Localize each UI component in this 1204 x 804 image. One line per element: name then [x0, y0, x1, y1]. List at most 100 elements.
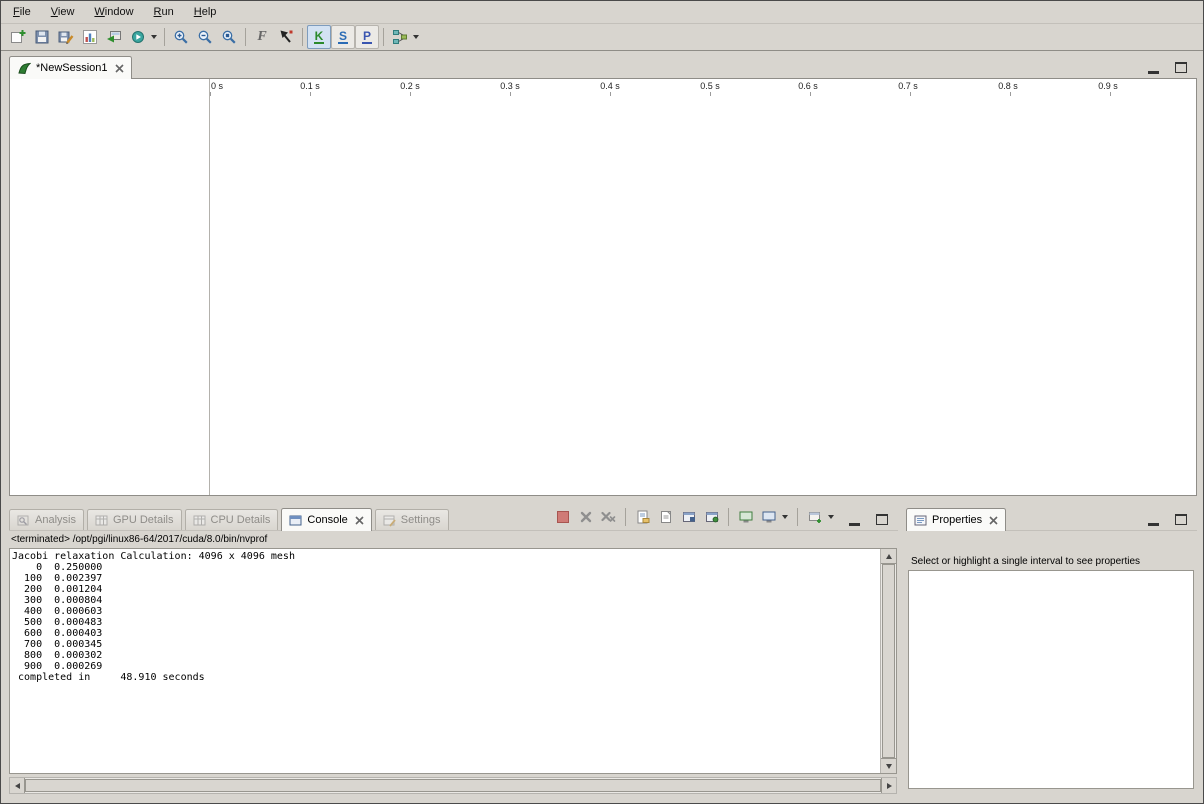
new-session-button[interactable]: [6, 25, 30, 49]
remove-launch-button[interactable]: [575, 507, 596, 527]
minimize-icon[interactable]: [849, 513, 860, 526]
console-tab-row: Analysis GPU Details CPU Details Console…: [9, 504, 898, 531]
zoom-in-button[interactable]: [169, 25, 193, 49]
vertical-sash[interactable]: [898, 504, 906, 796]
cpu-details-tab-icon: [193, 514, 206, 527]
analysis-button[interactable]: [388, 25, 412, 49]
tab-session[interactable]: *NewSession1: [9, 56, 132, 79]
clear-console-button[interactable]: [632, 507, 653, 527]
maximize-icon[interactable]: [876, 514, 888, 525]
new-console-view-button[interactable]: [804, 507, 825, 527]
timeline-rows-pane: [10, 79, 210, 495]
properties-tab-icon: [914, 514, 927, 527]
tab-cpu-details[interactable]: CPU Details: [185, 509, 279, 530]
pin-console-button[interactable]: [701, 507, 722, 527]
ruler-tick: 0.2 s: [385, 81, 435, 91]
stream-toggle-button[interactable]: S: [331, 25, 355, 49]
display-selected-console-button[interactable]: [735, 507, 756, 527]
save-session-button[interactable]: [30, 25, 54, 49]
console-output[interactable]: Jacobi relaxation Calculation: 4096 x 40…: [9, 548, 897, 774]
nvvp-window: File View Window Run Help: [0, 0, 1204, 804]
fit-timeline-button[interactable]: F: [250, 25, 274, 49]
close-properties-icon[interactable]: [989, 516, 998, 525]
maximize-icon[interactable]: [1175, 62, 1187, 73]
close-console-icon[interactable]: [355, 516, 364, 525]
analysis-tab-icon: [17, 514, 30, 527]
toolbar-separator: [797, 508, 798, 526]
menu-run[interactable]: Run: [154, 6, 174, 18]
open-console-button[interactable]: [758, 507, 779, 527]
tab-properties[interactable]: Properties: [906, 508, 1006, 531]
console-line: 900 0.000269: [12, 661, 879, 672]
menu-help[interactable]: Help: [194, 6, 217, 18]
remove-all-terminated-icon: [601, 511, 616, 523]
scrollbar-thumb[interactable]: [25, 779, 881, 792]
tab-settings[interactable]: Settings: [375, 509, 449, 530]
ruler-tick: 0.3 s: [485, 81, 535, 91]
menu-bar: File View Window Run Help: [1, 1, 1203, 24]
run-profile-dropdown-caret[interactable]: [151, 35, 157, 39]
properties-content: [908, 570, 1194, 789]
horizontal-sash[interactable]: [9, 496, 1197, 504]
scroll-lock-icon: [682, 510, 696, 524]
timeline-ruler[interactable]: 0 s 0.1 s 0.2 s 0.3 s 0.4 s 0.5 s 0.6 s …: [210, 79, 1196, 97]
run-profile-button[interactable]: [126, 25, 150, 49]
minimize-icon[interactable]: [1148, 513, 1159, 526]
scroll-right-icon[interactable]: [881, 778, 896, 793]
menu-window[interactable]: Window: [94, 6, 133, 18]
zoom-in-icon: [173, 29, 189, 45]
console-status-line: <terminated> /opt/pgi/linux86-64/2017/cu…: [11, 534, 896, 547]
tab-label: Properties: [932, 514, 982, 526]
close-session-icon[interactable]: [115, 64, 124, 73]
scroll-left-icon[interactable]: [10, 778, 25, 793]
zoom-out-button[interactable]: [193, 25, 217, 49]
console-vertical-scrollbar[interactable]: [880, 549, 896, 773]
terminate-button[interactable]: [552, 507, 573, 527]
scroll-down-icon[interactable]: [881, 758, 896, 773]
editor-tab-row: *NewSession1: [9, 56, 1197, 78]
toolbar-separator: [302, 28, 303, 46]
remove-launch-icon: [580, 511, 592, 523]
zoom-fit-button[interactable]: [217, 25, 241, 49]
analysis-dropdown-caret[interactable]: [413, 35, 419, 39]
tab-console[interactable]: Console: [281, 508, 371, 531]
minimize-icon[interactable]: [1148, 61, 1159, 74]
timeline-content: 0 s 0.1 s 0.2 s 0.3 s 0.4 s 0.5 s 0.6 s …: [9, 78, 1197, 496]
kernel-toggle-icon: K: [314, 30, 325, 44]
main-toolbar: F K S P: [1, 23, 1203, 51]
new-console-view-dropdown-caret[interactable]: [828, 515, 834, 519]
toolbar-separator: [245, 28, 246, 46]
letter-f-icon: F: [257, 31, 266, 43]
tab-analysis[interactable]: Analysis: [9, 509, 84, 530]
tab-gpu-details[interactable]: GPU Details: [87, 509, 182, 530]
toolbar-separator: [728, 508, 729, 526]
console-line: 400 0.000603: [12, 606, 879, 617]
scrollbar-thumb[interactable]: [882, 564, 895, 758]
console-line: 500 0.000483: [12, 617, 879, 628]
maximize-icon[interactable]: [1175, 514, 1187, 525]
console-view: Analysis GPU Details CPU Details Console…: [9, 504, 898, 796]
menu-view[interactable]: View: [51, 6, 75, 18]
remove-all-terminated-button[interactable]: [598, 507, 619, 527]
open-log-button[interactable]: [655, 507, 676, 527]
toolbar-separator: [164, 28, 165, 46]
open-console-dropdown-caret[interactable]: [782, 515, 788, 519]
chart-button[interactable]: [78, 25, 102, 49]
zoom-out-icon: [197, 29, 213, 45]
scroll-lock-button[interactable]: [678, 507, 699, 527]
process-toggle-button[interactable]: P: [355, 25, 379, 49]
console-toolbar: [552, 507, 837, 530]
kernel-toggle-button[interactable]: K: [307, 25, 331, 49]
menu-file[interactable]: File: [13, 6, 31, 18]
load-data-button[interactable]: [102, 25, 126, 49]
session-tab-label: *NewSession1: [36, 62, 108, 74]
console-horizontal-scrollbar[interactable]: [9, 777, 897, 794]
run-profile-icon: [130, 29, 146, 45]
open-log-icon: [659, 510, 673, 524]
scroll-up-icon[interactable]: [881, 549, 896, 564]
process-toggle-icon: P: [362, 30, 372, 44]
timeline-canvas: [210, 96, 1196, 495]
save-as-button[interactable]: [54, 25, 78, 49]
reset-view-button[interactable]: [274, 25, 298, 49]
ruler-tick: 0.4 s: [585, 81, 635, 91]
